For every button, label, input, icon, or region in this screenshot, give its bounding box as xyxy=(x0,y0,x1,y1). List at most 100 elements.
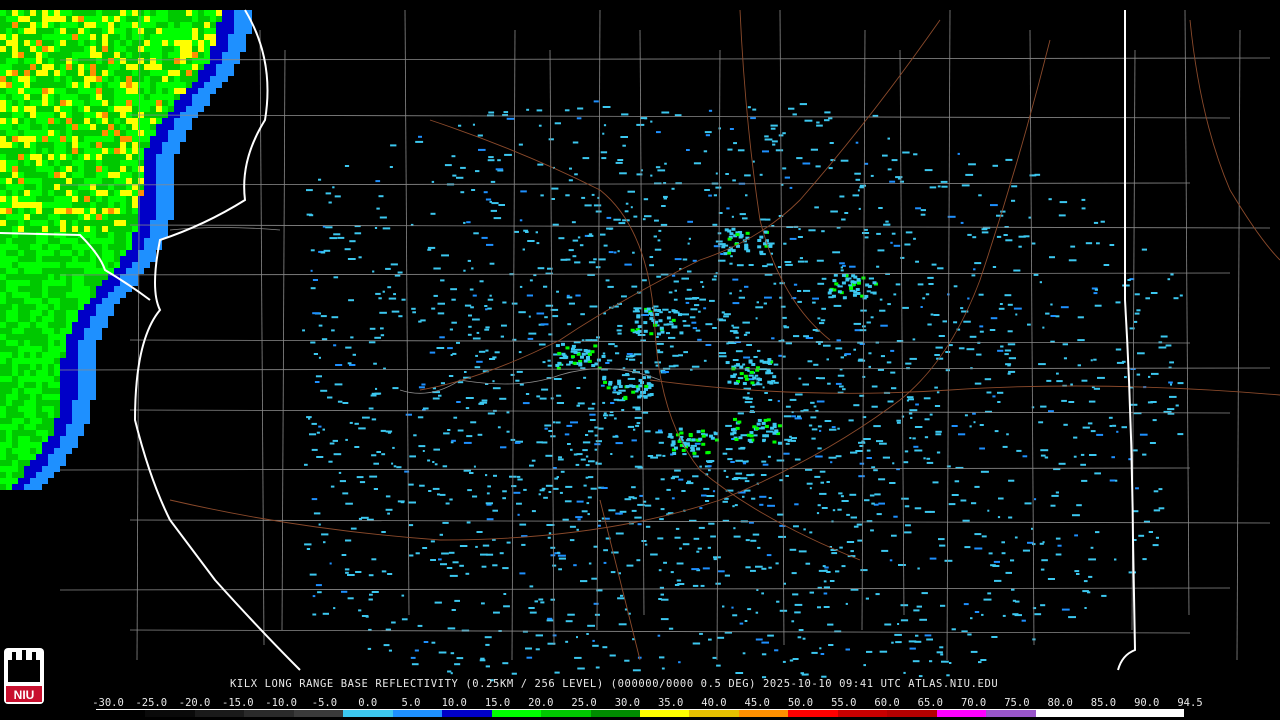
echo-cell xyxy=(126,178,132,184)
echo-cell xyxy=(120,214,126,220)
echo-cell xyxy=(12,184,18,190)
echo-cell xyxy=(1007,364,1011,367)
echo-cell xyxy=(481,602,485,605)
echo-cell xyxy=(637,466,643,469)
echo-cell xyxy=(1068,616,1076,619)
echo-cell xyxy=(114,34,120,40)
echo-cell xyxy=(575,516,583,519)
echo-cell xyxy=(643,395,648,399)
echo-cell xyxy=(1018,245,1022,248)
echo-cell xyxy=(948,503,956,506)
echo-cell xyxy=(60,460,66,466)
echo-cell xyxy=(12,202,18,208)
echo-cell xyxy=(222,70,228,76)
echo-cell xyxy=(745,566,751,569)
echo-cell xyxy=(764,392,768,394)
echo-cell xyxy=(805,468,813,471)
echo-cell xyxy=(853,290,858,294)
echo-cell xyxy=(1148,531,1153,533)
echo-cell xyxy=(90,142,96,148)
echo-cell xyxy=(436,347,445,349)
echo-cell xyxy=(981,231,989,234)
echo-cell xyxy=(938,335,945,337)
echo-cell xyxy=(36,142,42,148)
echo-cell xyxy=(839,262,845,265)
echo-cell xyxy=(909,409,918,412)
echo-cell xyxy=(6,22,12,28)
echo-cell xyxy=(388,649,392,652)
echo-cell xyxy=(572,239,579,242)
echo-cell xyxy=(674,258,682,261)
echo-cell xyxy=(1005,239,1013,242)
echo-cell xyxy=(18,478,24,484)
echo-cell xyxy=(42,112,48,118)
echo-cell xyxy=(569,167,572,170)
echo-cell xyxy=(312,312,320,315)
echo-cell xyxy=(126,238,132,244)
echo-cell xyxy=(609,654,616,657)
echo-cell xyxy=(739,372,744,376)
echo-cell xyxy=(54,448,60,454)
echo-cell xyxy=(30,418,36,424)
echo-cell xyxy=(656,454,662,457)
echo-cell xyxy=(120,10,126,16)
echo-cell xyxy=(198,10,204,16)
echo-cell xyxy=(418,386,425,389)
echo-cell xyxy=(819,322,825,325)
echo-cell xyxy=(66,160,72,166)
echo-cell xyxy=(938,538,945,541)
echo-cell xyxy=(692,455,699,458)
echo-cell xyxy=(84,268,90,274)
echo-cell xyxy=(144,226,150,232)
echo-cell xyxy=(84,112,90,118)
echo-cell xyxy=(6,166,12,172)
echo-cell xyxy=(90,136,96,142)
echo-cell xyxy=(12,304,18,310)
echo-cell xyxy=(1076,573,1080,575)
echo-cell xyxy=(537,163,544,166)
echo-cell xyxy=(18,202,24,208)
echo-cell xyxy=(42,16,48,22)
echo-cell xyxy=(672,354,679,357)
echo-cell xyxy=(78,40,84,46)
echo-cell xyxy=(390,263,398,266)
echo-cell xyxy=(60,310,66,316)
echo-cell xyxy=(144,28,150,34)
echo-cell xyxy=(114,154,120,160)
echo-cell xyxy=(408,483,414,486)
echo-cell xyxy=(501,324,507,327)
echo-cell xyxy=(536,441,543,444)
echo-cell xyxy=(1082,426,1090,429)
echo-cell xyxy=(18,172,24,178)
echo-cell xyxy=(0,22,6,28)
echo-cell xyxy=(671,187,675,190)
echo-cell xyxy=(66,172,72,178)
echo-cell xyxy=(102,88,108,94)
echo-cell xyxy=(168,208,174,214)
echo-cell xyxy=(731,606,734,609)
echo-cell xyxy=(931,263,937,266)
echo-cell xyxy=(114,40,120,46)
echo-cell xyxy=(24,292,30,298)
echo-cell xyxy=(891,159,898,162)
echo-cell xyxy=(114,136,120,142)
echo-cell xyxy=(320,389,328,392)
echo-cell xyxy=(485,349,489,352)
echo-cell xyxy=(670,571,674,574)
echo-cell xyxy=(120,202,126,208)
echo-cell xyxy=(240,16,246,22)
echo-cell xyxy=(858,441,866,444)
echo-cell xyxy=(60,94,66,100)
echo-cell xyxy=(60,226,66,232)
echo-cell xyxy=(156,70,162,76)
echo-cell xyxy=(60,166,66,172)
echo-cell xyxy=(108,106,114,112)
echo-cell xyxy=(744,620,748,622)
echo-cell xyxy=(72,244,78,250)
echo-cell xyxy=(827,291,832,295)
echo-cell xyxy=(846,513,850,516)
echo-cell xyxy=(30,412,36,418)
echo-cell xyxy=(686,149,690,151)
echo-cell xyxy=(784,176,790,179)
echo-cell xyxy=(499,552,504,555)
